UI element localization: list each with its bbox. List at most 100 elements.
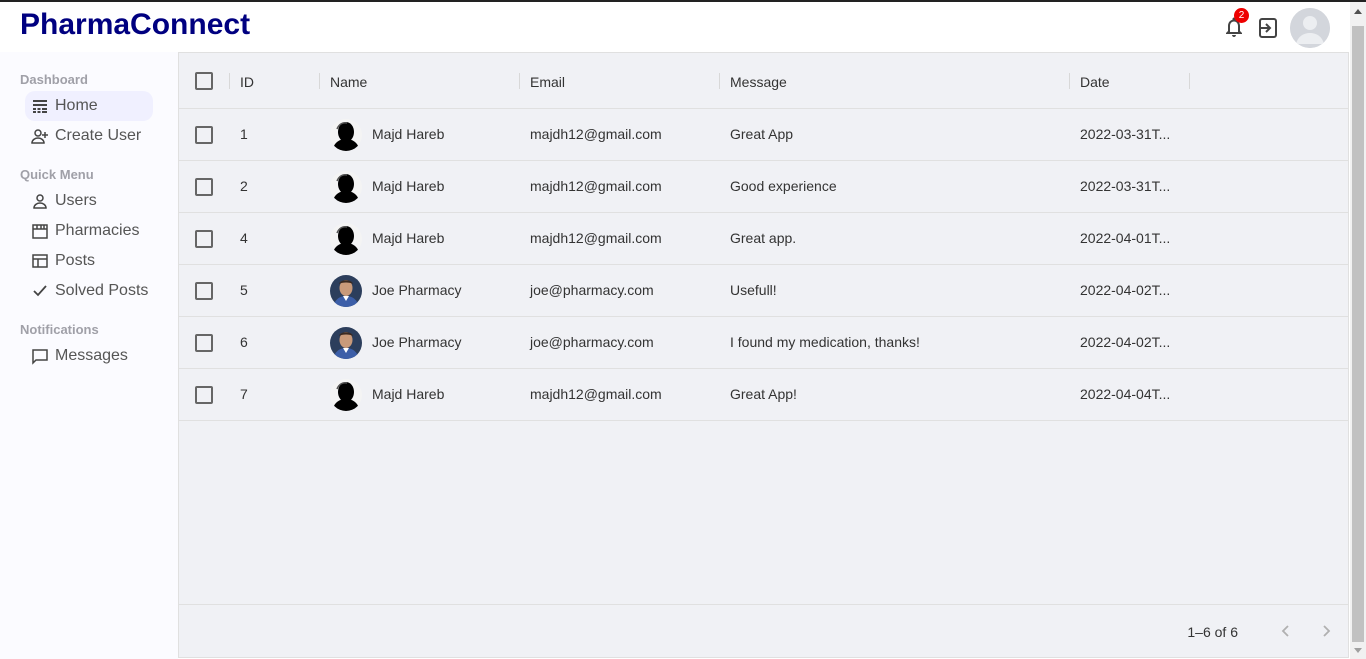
sidebar-item-label: Users: [55, 192, 97, 209]
row-avatar: [330, 119, 362, 151]
sidebar-item-label: Solved Posts: [55, 282, 149, 299]
user-avatar[interactable]: [1290, 8, 1330, 48]
cell-name: Majd Hareb: [372, 126, 445, 142]
next-page-button[interactable]: [1316, 621, 1336, 641]
topbar-actions: 2: [1222, 6, 1330, 50]
column-separator[interactable]: [719, 73, 720, 89]
chevron-left-icon: [1281, 625, 1289, 637]
web-icon: [32, 254, 48, 268]
scroll-down-arrow[interactable]: [1354, 648, 1362, 653]
cell-message: Great app.: [730, 230, 797, 246]
scrollbar-thumb[interactable]: [1352, 26, 1364, 642]
sidebar-item-label: Messages: [55, 347, 128, 364]
cell-name: Majd Hareb: [372, 386, 445, 402]
table-row[interactable]: 4 Majd Hareb majdh12@gmail.com Great app. 20…: [179, 213, 1348, 265]
cell-email: majdh12@gmail.com: [530, 178, 662, 194]
cell-email: majdh12@gmail.com: [530, 230, 662, 246]
sidebar-item-solved-posts[interactable]: Solved Posts: [25, 276, 156, 306]
row-checkbox[interactable]: [195, 334, 213, 352]
sidebar-item-label: Home: [55, 97, 98, 114]
row-checkbox[interactable]: [195, 230, 213, 248]
row-avatar: [330, 379, 362, 411]
table-row[interactable]: 5 Joe Pharmacy joe@pharmacy.com Usefull! 202…: [179, 265, 1348, 317]
column-header-date[interactable]: Date: [1080, 74, 1110, 90]
chevron-right-icon: [1323, 625, 1331, 637]
cell-date: 2022-04-02T...: [1080, 334, 1171, 350]
messages-data-grid: ID Name Email Message Date 1 Majd Hareb ma…: [178, 52, 1349, 658]
table-row[interactable]: 2 Majd Hareb majdh12@gmail.com Good experie…: [179, 161, 1348, 213]
logout-button[interactable]: [1256, 16, 1280, 40]
sidebar-item-users[interactable]: Users: [25, 186, 105, 216]
table-rows-icon: [33, 100, 47, 113]
sidebar-item-create-user[interactable]: Create User: [25, 121, 149, 151]
sidebar-item-home[interactable]: Home: [25, 91, 153, 121]
row-checkbox[interactable]: [195, 386, 213, 404]
grid-footer: 1–6 of 6: [179, 604, 1348, 657]
column-separator[interactable]: [1069, 73, 1070, 89]
app-root: PharmaConnect 2 Dashboard Home Create Us…: [0, 0, 1366, 659]
chat-bubble-icon: [32, 349, 48, 365]
cell-email: majdh12@gmail.com: [530, 126, 662, 142]
cell-message: Good experience: [730, 178, 837, 194]
sidebar: Dashboard Home Create User Quick Menu Us…: [0, 52, 178, 659]
cell-id: 7: [240, 386, 248, 402]
previous-page-button[interactable]: [1276, 621, 1296, 641]
table-row[interactable]: 1 Majd Hareb majdh12@gmail.com Great App 202…: [179, 109, 1348, 161]
sidebar-section-notifications: Notifications: [20, 322, 99, 337]
silhouette-avatar-icon: [330, 223, 362, 255]
table-row[interactable]: 7 Majd Hareb majdh12@gmail.com Great App! 20…: [179, 369, 1348, 421]
sidebar-item-label: Create User: [55, 127, 142, 144]
notification-badge: 2: [1234, 8, 1249, 23]
silhouette-avatar-icon: [330, 171, 362, 203]
check-icon: [33, 285, 47, 297]
sidebar-item-messages[interactable]: Messages: [25, 341, 136, 371]
cell-name: Joe Pharmacy: [372, 334, 462, 350]
select-all-checkbox[interactable]: [195, 72, 213, 90]
silhouette-avatar-icon: [330, 379, 362, 411]
default-avatar-icon: [1290, 8, 1330, 48]
column-header-message[interactable]: Message: [730, 74, 787, 90]
table-row[interactable]: 6 Joe Pharmacy joe@pharmacy.com I found my …: [179, 317, 1348, 369]
column-header-name[interactable]: Name: [330, 74, 367, 90]
cell-id: 2: [240, 178, 248, 194]
cell-message: Usefull!: [730, 282, 777, 298]
cell-email: joe@pharmacy.com: [530, 334, 654, 350]
notifications-button[interactable]: 2: [1222, 8, 1249, 40]
column-separator[interactable]: [229, 73, 230, 89]
row-avatar: [330, 327, 362, 359]
cell-message: I found my medication, thanks!: [730, 334, 920, 350]
column-separator[interactable]: [519, 73, 520, 89]
cell-id: 5: [240, 282, 248, 298]
cell-id: 1: [240, 126, 248, 142]
cell-name: Majd Hareb: [372, 178, 445, 194]
photo-avatar-icon: [330, 327, 362, 359]
row-checkbox[interactable]: [195, 178, 213, 196]
cell-message: Great App!: [730, 386, 797, 402]
topbar: PharmaConnect 2: [0, 2, 1350, 52]
row-checkbox[interactable]: [195, 282, 213, 300]
column-separator[interactable]: [1189, 73, 1190, 89]
column-separator[interactable]: [319, 73, 320, 89]
grid-header-row: ID Name Email Message Date: [179, 53, 1348, 109]
cell-email: joe@pharmacy.com: [530, 282, 654, 298]
silhouette-avatar-icon: [330, 119, 362, 151]
sidebar-section-dashboard: Dashboard: [20, 72, 88, 87]
cell-email: majdh12@gmail.com: [530, 386, 662, 402]
page-scrollbar[interactable]: [1350, 2, 1366, 659]
sidebar-section-quick-menu: Quick Menu: [20, 167, 94, 182]
sidebar-item-posts[interactable]: Posts: [25, 246, 103, 276]
app-logo[interactable]: PharmaConnect: [20, 8, 250, 42]
sidebar-item-pharmacies[interactable]: Pharmacies: [25, 216, 147, 246]
person-outline-icon: [33, 194, 47, 209]
row-checkbox[interactable]: [195, 126, 213, 144]
column-header-id[interactable]: ID: [240, 74, 254, 90]
cell-date: 2022-04-01T...: [1080, 230, 1171, 246]
pagination-label: 1–6 of 6: [1187, 624, 1238, 640]
cell-name: Joe Pharmacy: [372, 282, 462, 298]
cell-date: 2022-03-31T...: [1080, 178, 1171, 194]
cell-date: 2022-03-31T...: [1080, 126, 1171, 142]
column-header-email[interactable]: Email: [530, 74, 565, 90]
photo-avatar-icon: [330, 275, 362, 307]
storefront-icon: [32, 224, 48, 239]
scroll-up-arrow[interactable]: [1354, 9, 1362, 14]
